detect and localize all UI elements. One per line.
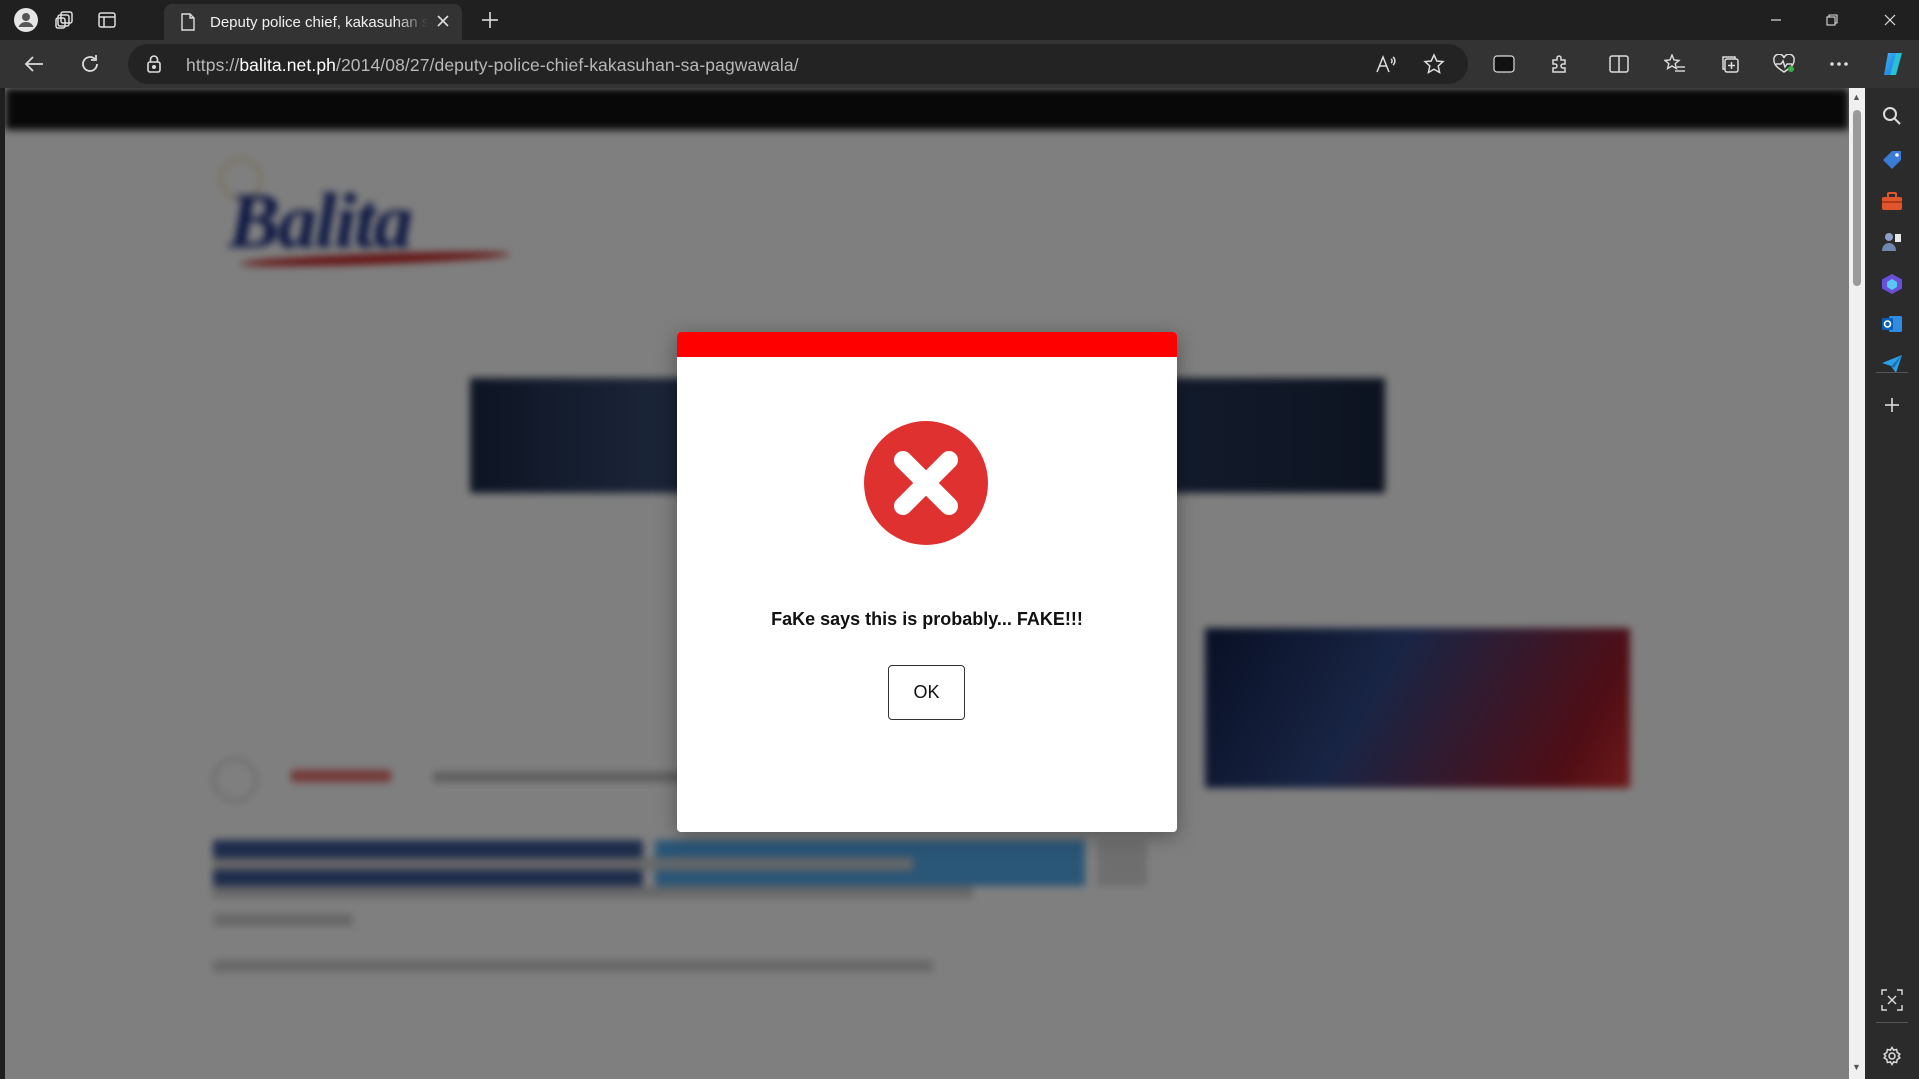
favorite-star-icon[interactable] [1423, 53, 1445, 80]
split-screen-icon[interactable] [1607, 52, 1631, 76]
scroll-down-icon[interactable]: ▼ [1852, 1062, 1861, 1072]
dialog-message: FaKe says this is probably... FAKE!!! [771, 609, 1083, 629]
lock-icon[interactable] [146, 54, 162, 79]
extensions-puzzle-icon[interactable] [1548, 52, 1572, 76]
tools-briefcase-icon[interactable] [1880, 190, 1904, 214]
copilot-icon[interactable] [1880, 50, 1908, 78]
close-tab-icon[interactable] [436, 14, 450, 33]
workspaces-icon[interactable] [53, 8, 77, 32]
refresh-icon[interactable] [78, 52, 102, 76]
settings-gear-icon[interactable] [1880, 1044, 1904, 1068]
read-aloud-icon[interactable] [1375, 54, 1397, 79]
favorites-list-icon[interactable] [1663, 52, 1687, 76]
outlook-icon[interactable] [1880, 312, 1904, 336]
ok-button[interactable]: OK [888, 665, 965, 720]
copilot-sidebar-icon[interactable] [1880, 272, 1904, 296]
edge-sidebar [1865, 88, 1919, 1079]
scrollbar-thumb[interactable] [1853, 110, 1861, 286]
vertical-tabs-icon[interactable] [95, 8, 119, 32]
toolbar: https://balita.net.ph/2014/08/27/deputy-… [0, 40, 1919, 121]
shopping-tag-icon[interactable] [1880, 148, 1904, 172]
fake-alert-dialog: FaKe says this is probably... FAKE!!! OK [677, 332, 1177, 832]
sidebar-divider [1876, 1022, 1908, 1023]
extension-fake-icon[interactable] [1492, 52, 1516, 76]
back-icon[interactable] [22, 52, 46, 76]
browser-essentials-icon[interactable] [1772, 52, 1796, 76]
tab-bar: Deputy police chief, kakasuhan sa pagwaw… [0, 0, 1919, 40]
tab-active[interactable]: Deputy police chief, kakasuhan sa pagwaw… [164, 4, 462, 40]
profile-icon[interactable] [14, 8, 38, 32]
restore-icon[interactable] [1804, 0, 1860, 40]
add-sidebar-app-icon[interactable] [1880, 393, 1904, 417]
search-icon[interactable] [1880, 104, 1904, 128]
address-bar[interactable]: https://balita.net.ph/2014/08/27/deputy-… [128, 44, 1468, 84]
url-text[interactable]: https://balita.net.ph/2014/08/27/deputy-… [186, 55, 799, 76]
collections-icon[interactable] [1718, 52, 1742, 76]
games-icon[interactable] [1880, 230, 1904, 254]
tab-title: Deputy police chief, kakasuhan sa pagwaw… [210, 14, 428, 31]
screenshot-capture-icon[interactable] [1880, 988, 1904, 1012]
scroll-up-icon[interactable]: ▲ [1852, 92, 1861, 102]
page-icon [180, 13, 196, 36]
sidebar-divider [1876, 372, 1908, 373]
page-scrollbar[interactable]: ▲ ▼ [1849, 88, 1865, 1079]
error-x-icon [863, 420, 989, 546]
close-window-icon[interactable] [1862, 0, 1918, 40]
more-options-icon[interactable] [1827, 52, 1851, 76]
dialog-top-bar [677, 332, 1177, 357]
new-tab-icon[interactable] [478, 8, 502, 32]
minimize-icon[interactable] [1748, 0, 1804, 40]
